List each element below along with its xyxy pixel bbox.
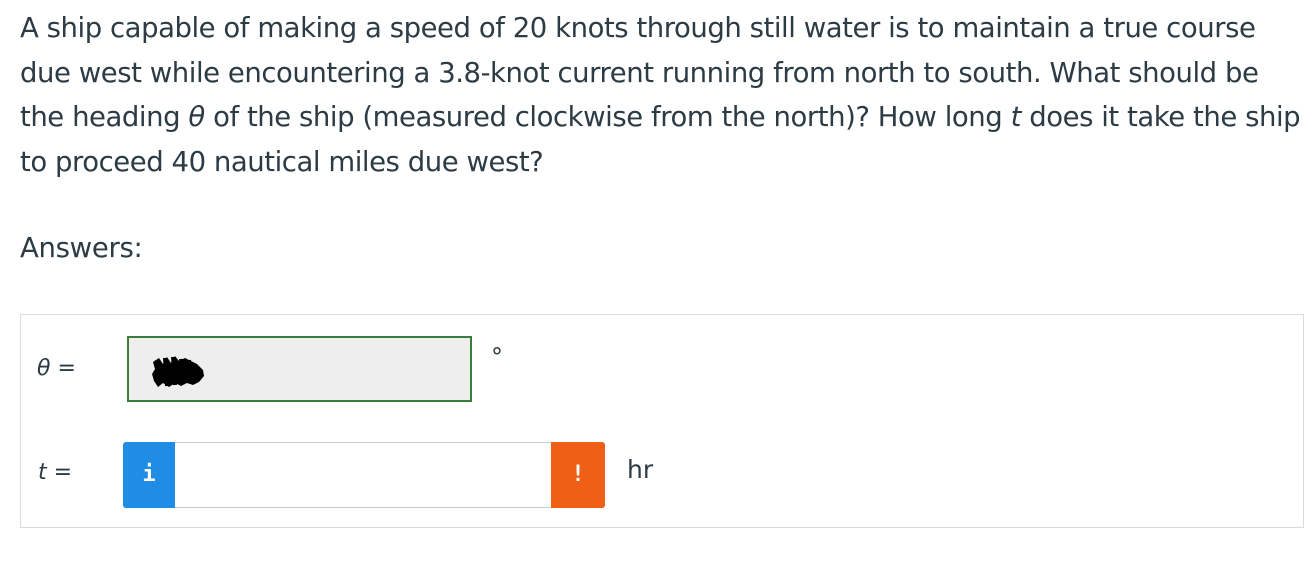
t-answer-input[interactable] (175, 442, 551, 508)
degree-unit: ° (491, 343, 503, 371)
redaction-scribble (152, 356, 204, 387)
question-t-symbol: t (1010, 101, 1022, 133)
question-part-2: of the ship (measured clockwise from the… (204, 101, 1011, 133)
info-button[interactable]: i (123, 442, 175, 508)
t-symbol: t (38, 460, 47, 485)
warning-button[interactable]: ! (551, 442, 605, 508)
question-theta-symbol: θ (188, 101, 205, 133)
answer-panel: θ = ° t = i ! hr (20, 314, 1304, 528)
theta-equals: = (50, 356, 76, 381)
hour-unit: hr (627, 455, 654, 484)
t-row-label: t = (38, 459, 72, 487)
theta-answer-input[interactable] (127, 336, 472, 402)
theta-symbol: θ (37, 356, 51, 381)
theta-row-label: θ = (37, 355, 76, 383)
t-equals: = (46, 460, 73, 485)
answers-heading: Answers: (20, 232, 143, 264)
question-text: A ship capable of making a speed of 20 k… (20, 6, 1310, 184)
